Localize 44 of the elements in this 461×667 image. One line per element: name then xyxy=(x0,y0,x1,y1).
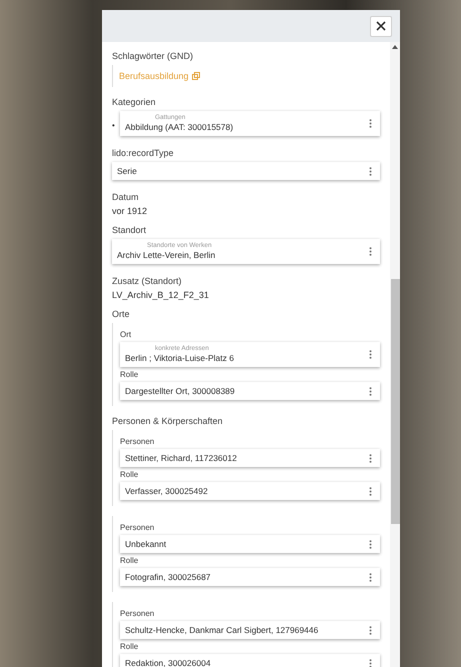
section-label: lido:recordType xyxy=(112,148,175,158)
field-label: Personen xyxy=(120,523,156,532)
section-label: Datum xyxy=(112,192,140,202)
section-label: Schlagwörter (GND) xyxy=(112,51,194,61)
field-value: LV_Archiv_B_12_F2_31 xyxy=(112,290,210,300)
more-icon xyxy=(369,572,372,582)
field-label: Rolle xyxy=(120,470,140,479)
select-field[interactable]: Verfasser, 300025492 xyxy=(120,482,380,500)
more-icon xyxy=(369,486,372,496)
scroll-up-icon[interactable] xyxy=(392,45,398,49)
field-label: Personen xyxy=(120,609,156,618)
select-field[interactable]: Dargestellter Ort, 300008389 xyxy=(120,382,380,400)
select-field[interactable]: Unbekannt xyxy=(120,535,380,553)
field-label: Rolle xyxy=(120,556,140,565)
more-icon xyxy=(369,166,372,176)
more-icon xyxy=(369,386,372,396)
more-icon xyxy=(369,247,372,256)
more-icon xyxy=(369,658,372,667)
section-label: Orte xyxy=(112,309,131,319)
field-label: Personen xyxy=(120,437,156,446)
scrollbar[interactable] xyxy=(390,42,400,667)
section-label: Standort xyxy=(112,225,148,235)
more-icon xyxy=(369,350,372,359)
section-label: Personen & Körperschaften xyxy=(112,416,224,426)
field-label: Rolle xyxy=(120,642,140,651)
more-icon xyxy=(369,454,372,462)
field-label: Rolle xyxy=(120,370,140,379)
select-field[interactable]: Schultz-Hencke, Dankmar Carl Sigbert, 127969446 xyxy=(120,621,380,639)
select-field[interactable]: Fotografin, 300025687 xyxy=(120,568,380,586)
more-icon xyxy=(369,626,372,634)
more-icon xyxy=(369,119,372,128)
close-icon xyxy=(376,21,386,31)
field-value: vor 1912 xyxy=(112,206,148,216)
select-field[interactable]: Serie xyxy=(112,162,380,180)
external-link-icon xyxy=(192,72,200,80)
section-label: Zusatz (Standort) xyxy=(112,276,183,286)
list-bullet: • xyxy=(112,120,116,130)
field-label: Ort xyxy=(120,330,132,339)
section-label: Kategorien xyxy=(112,97,157,107)
select-field[interactable]: Redaktion, 300026004 xyxy=(120,654,380,667)
more-icon xyxy=(369,540,372,548)
close-button[interactable] xyxy=(370,16,392,36)
select-field[interactable]: Stettiner, Richard, 117236012 xyxy=(120,449,380,467)
scrollbar-thumb[interactable] xyxy=(390,279,400,524)
